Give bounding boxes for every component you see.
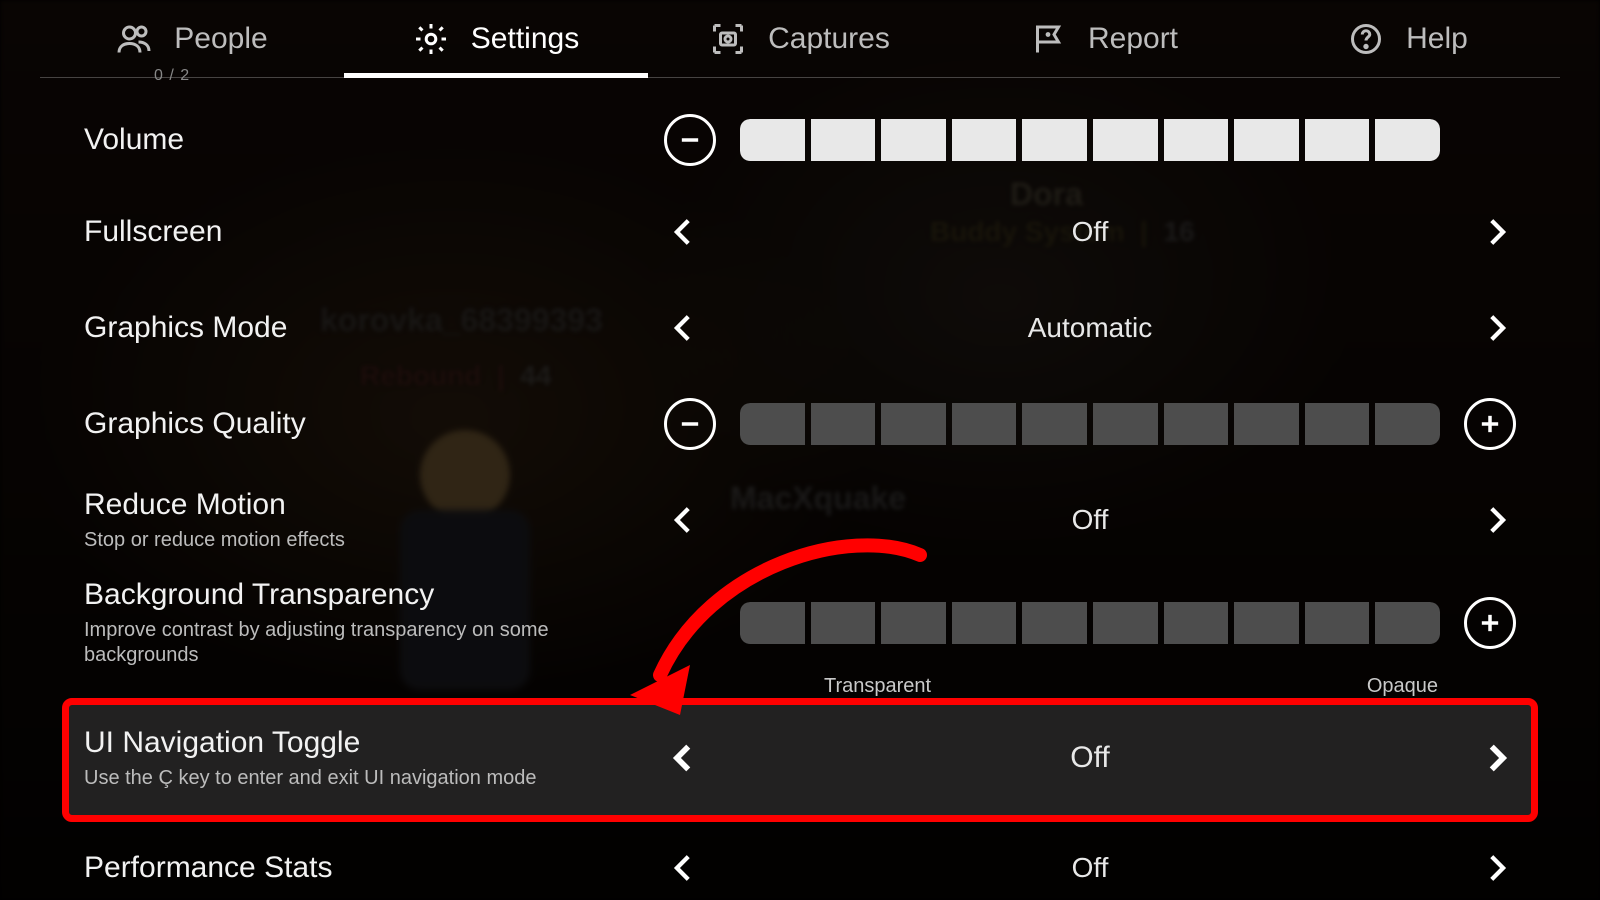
tab-label: Captures [768,22,890,56]
flag-icon [1030,21,1066,57]
setting-label: Background Transparency [84,578,664,612]
fullscreen-prev-button[interactable] [664,212,704,252]
graphics-mode-prev-button[interactable] [664,308,704,348]
setting-fullscreen: Fullscreen Off [40,184,1560,280]
ui-nav-value: Off [704,741,1476,775]
tab-people[interactable]: People 0 / 2 [40,0,344,77]
people-icon [116,21,152,57]
transparency-increase-button[interactable] [1464,597,1516,649]
help-icon [1348,21,1384,57]
setting-label: Fullscreen [84,215,664,249]
settings-list: Volume Fullscreen Off Graphics Mode [40,78,1560,900]
setting-reduce-motion: Reduce Motion Stop or reduce motion effe… [40,472,1560,568]
graphics-mode-value: Automatic [704,312,1476,344]
setting-sublabel: Improve contrast by adjusting transparen… [84,618,604,668]
reduce-motion-value: Off [704,504,1476,536]
tab-report[interactable]: Report [952,0,1256,77]
setting-label: Volume [84,123,664,157]
setting-bg-transparency: Background Transparency Improve contrast… [40,568,1560,696]
setting-sublabel: Use the Ç key to enter and exit UI navig… [84,766,604,791]
quality-decrease-button[interactable] [664,398,716,450]
setting-graphics-quality: Graphics Quality [40,376,1560,472]
setting-label: UI Navigation Toggle [84,726,664,760]
gear-icon [413,21,449,57]
tab-bar: People 0 / 2 Settings Captures Report He… [40,0,1560,78]
camera-icon [710,21,746,57]
graphics-mode-next-button[interactable] [1476,308,1516,348]
tab-settings[interactable]: Settings [344,0,648,77]
setting-label: Performance Stats [84,851,664,885]
tab-label: Help [1406,22,1468,56]
setting-sublabel: Stop or reduce motion effects [84,528,604,553]
perf-stats-value: Off [704,852,1476,884]
setting-ui-nav: UI Navigation Toggle Use the Ç key to en… [40,696,1560,820]
fullscreen-value: Off [704,216,1476,248]
perf-stats-prev-button[interactable] [664,848,704,888]
tab-help[interactable]: Help [1256,0,1560,77]
ui-nav-next-button[interactable] [1476,738,1516,778]
perf-stats-next-button[interactable] [1476,848,1516,888]
volume-decrease-button[interactable] [664,114,716,166]
transparency-bar[interactable] [740,602,1440,644]
quality-bar[interactable] [740,403,1440,445]
transparency-left-label: Transparent [824,675,931,698]
ui-nav-prev-button[interactable] [664,738,704,778]
quality-increase-button[interactable] [1464,398,1516,450]
setting-label: Reduce Motion [84,488,664,522]
setting-volume: Volume [40,96,1560,184]
reduce-motion-prev-button[interactable] [664,500,704,540]
tab-label: Settings [471,22,579,56]
setting-label: Graphics Quality [84,407,664,441]
transparency-right-label: Opaque [1367,675,1438,698]
setting-graphics-mode: Graphics Mode Automatic [40,280,1560,376]
tab-captures[interactable]: Captures [648,0,952,77]
tab-label: Report [1088,22,1178,56]
reduce-motion-next-button[interactable] [1476,500,1516,540]
setting-performance-stats: Performance Stats Off [40,820,1560,900]
volume-bar[interactable] [740,119,1440,161]
fullscreen-next-button[interactable] [1476,212,1516,252]
setting-label: Graphics Mode [84,311,664,345]
tab-label: People [174,22,267,56]
